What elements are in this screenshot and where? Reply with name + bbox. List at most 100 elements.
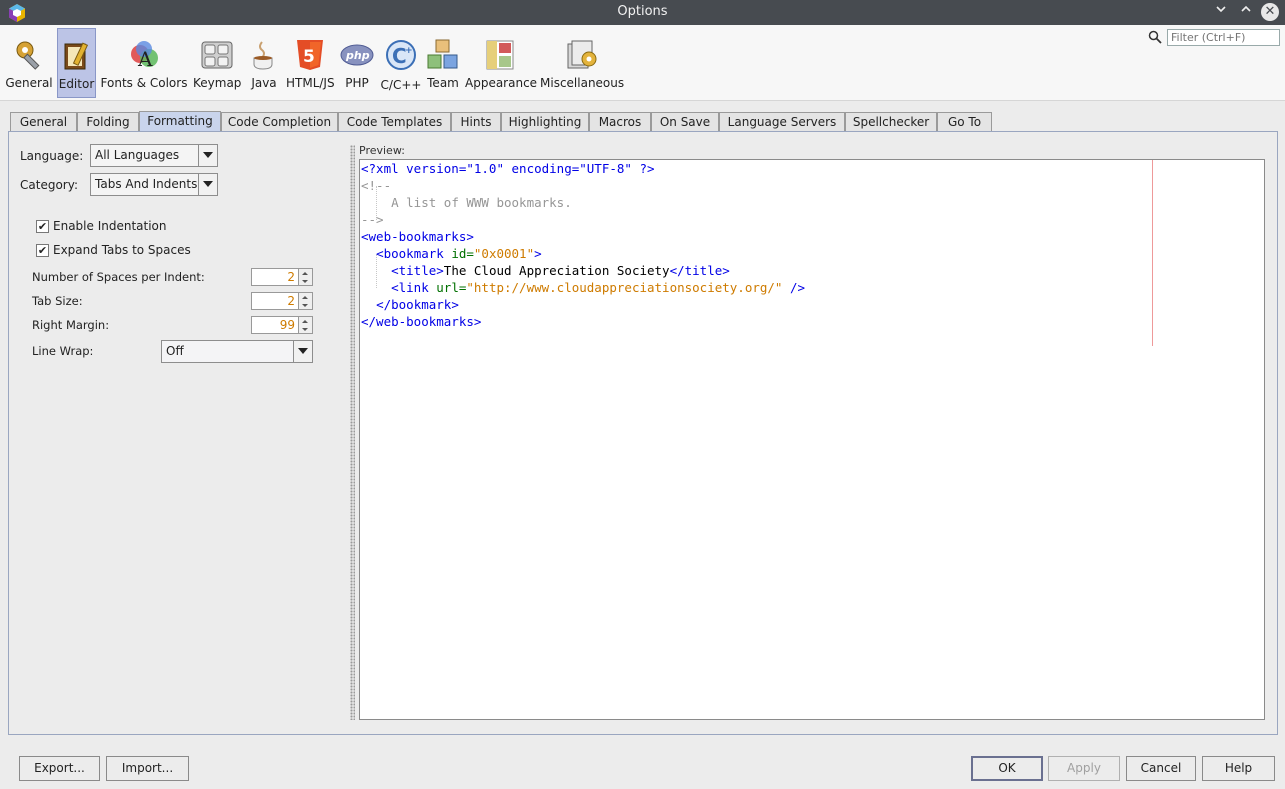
toolbar-item-php[interactable]: php PHP (338, 28, 376, 98)
toolbar-item-java[interactable]: Java (246, 28, 282, 98)
help-button[interactable]: Help (1202, 756, 1275, 781)
preview-label: Preview: (359, 144, 405, 157)
toolbar-label: Keymap (193, 76, 242, 90)
html5-icon: 5 (297, 40, 323, 70)
code-line: --> (361, 212, 384, 227)
expand-tabs-label: Expand Tabs to Spaces (53, 243, 191, 257)
code-line: <bookmark id="0x0001"> (376, 246, 542, 261)
language-label: Language: (20, 149, 84, 163)
apply-button[interactable]: Apply (1048, 756, 1120, 781)
svg-text:A: A (137, 47, 153, 71)
chevron-down-icon (293, 341, 312, 362)
spinner-buttons[interactable] (299, 292, 313, 310)
toolbar-item-fonts-colors[interactable]: A Fonts & Colors (100, 28, 188, 98)
preview-editor[interactable]: <?xml version="1.0" encoding="UTF-8" ?> … (359, 159, 1265, 720)
appearance-icon (486, 40, 514, 70)
line-wrap-combo[interactable]: Off (161, 340, 313, 363)
toolbar-item-miscellaneous[interactable]: Miscellaneous (540, 28, 624, 98)
code-line: <link url="http://www.cloudappreciations… (391, 280, 806, 295)
category-combo[interactable]: Tabs And Indents (90, 173, 218, 196)
wrench-gear-icon (16, 41, 40, 70)
fonts-colors-icon: A (131, 41, 158, 71)
filter-input[interactable] (1167, 29, 1280, 46)
tab-spellchecker[interactable]: Spellchecker (845, 112, 937, 131)
toolbar-item-appearance[interactable]: Appearance (465, 28, 537, 98)
toolbar-item-general[interactable]: General (5, 28, 53, 98)
toolbar-label: Java (251, 76, 277, 90)
tab-on-save[interactable]: On Save (651, 112, 719, 131)
svg-text:5: 5 (303, 47, 315, 67)
code-line: </bookmark> (376, 297, 459, 312)
toolbar-label: Miscellaneous (540, 76, 625, 90)
toolbar-label: Team (427, 76, 459, 90)
team-cubes-icon (427, 39, 458, 69)
category-label: Category: (20, 178, 78, 192)
toolbar-item-html-js[interactable]: 5 HTML/JS (286, 28, 335, 98)
spaces-per-indent-label: Number of Spaces per Indent: (32, 270, 205, 284)
code-line: </web-bookmarks> (361, 314, 482, 329)
import-button[interactable]: Import... (106, 756, 189, 781)
tab-size-label: Tab Size: (32, 294, 83, 308)
tab-go-to[interactable]: Go To (937, 112, 992, 131)
tab-language-servers[interactable]: Language Servers (719, 112, 845, 131)
tab-code-templates[interactable]: Code Templates (338, 112, 451, 131)
toolbar-item-cpp[interactable]: C + C/C++ (380, 28, 422, 98)
splitter-handle[interactable] (350, 145, 355, 720)
line-wrap-value: Off (166, 344, 184, 358)
toolbar-item-editor[interactable]: Editor (57, 28, 96, 98)
right-margin-value[interactable]: 99 (251, 316, 299, 334)
tab-hints[interactable]: Hints (451, 112, 501, 131)
expand-tabs-checkbox[interactable]: ✔ (36, 244, 49, 257)
tab-size-spinner[interactable]: 2 (251, 292, 313, 310)
tab-formatting[interactable]: Formatting (139, 111, 221, 132)
language-combo[interactable]: All Languages (90, 144, 218, 167)
svg-text:+: + (405, 46, 413, 56)
toolbar-label: C/C++ (380, 78, 422, 92)
miscellaneous-icon (567, 40, 597, 69)
code-line: <title>The Cloud Appreciation Society</t… (391, 263, 730, 278)
toolbar-item-keymap[interactable]: Keymap (193, 28, 241, 98)
language-value: All Languages (95, 148, 180, 162)
toolbar-label: PHP (345, 76, 369, 90)
enable-indentation-checkbox[interactable]: ✔ (36, 220, 49, 233)
right-margin-label: Right Margin: (32, 318, 110, 332)
options-category-toolbar: General Editor A Fonts & Colors Keymap J… (0, 25, 1285, 101)
window-title: Options (617, 4, 668, 19)
toolbar-label: General (5, 76, 53, 90)
tab-size-value[interactable]: 2 (251, 292, 299, 310)
tab-folding[interactable]: Folding (77, 112, 139, 131)
toolbar-label: HTML/JS (286, 76, 335, 90)
tab-highlighting[interactable]: Highlighting (501, 112, 589, 131)
ok-button[interactable]: OK (971, 756, 1043, 781)
search-icon (1148, 30, 1162, 44)
spaces-per-indent-spinner[interactable]: 2 (251, 268, 313, 286)
cpp-icon: C + (386, 40, 416, 70)
spinner-buttons[interactable] (299, 316, 313, 334)
chevron-down-icon (198, 174, 217, 195)
java-cup-icon (253, 41, 273, 70)
code-line: A list of WWW bookmarks. (391, 195, 572, 210)
right-margin-spinner[interactable]: 99 (251, 316, 313, 334)
export-button[interactable]: Export... (19, 756, 100, 781)
code-line: <!-- (361, 178, 392, 193)
tab-general[interactable]: General (10, 112, 77, 131)
spaces-per-indent-value[interactable]: 2 (251, 268, 299, 286)
spinner-buttons[interactable] (299, 268, 313, 286)
code-line: <web-bookmarks> (361, 229, 474, 244)
toolbar-label: Fonts & Colors (100, 76, 188, 90)
cancel-button[interactable]: Cancel (1126, 756, 1196, 781)
right-margin-guide (1152, 160, 1153, 346)
maximize-icon[interactable] (1236, 2, 1256, 22)
close-icon[interactable]: ✕ (1261, 3, 1279, 21)
minimize-icon[interactable] (1211, 2, 1231, 22)
code-line: <?xml version="1.0" encoding="UTF-8" ?> (361, 161, 655, 176)
svg-text:php: php (345, 49, 370, 62)
toolbar-item-team[interactable]: Team (425, 28, 461, 98)
keyboard-icon (201, 41, 233, 69)
tab-code-completion[interactable]: Code Completion (221, 112, 338, 131)
tab-macros[interactable]: Macros (589, 112, 651, 131)
line-wrap-label: Line Wrap: (32, 344, 94, 358)
toolbar-label: Editor (58, 77, 95, 91)
php-icon: php (340, 44, 374, 66)
title-bar: Options ✕ (0, 0, 1285, 25)
